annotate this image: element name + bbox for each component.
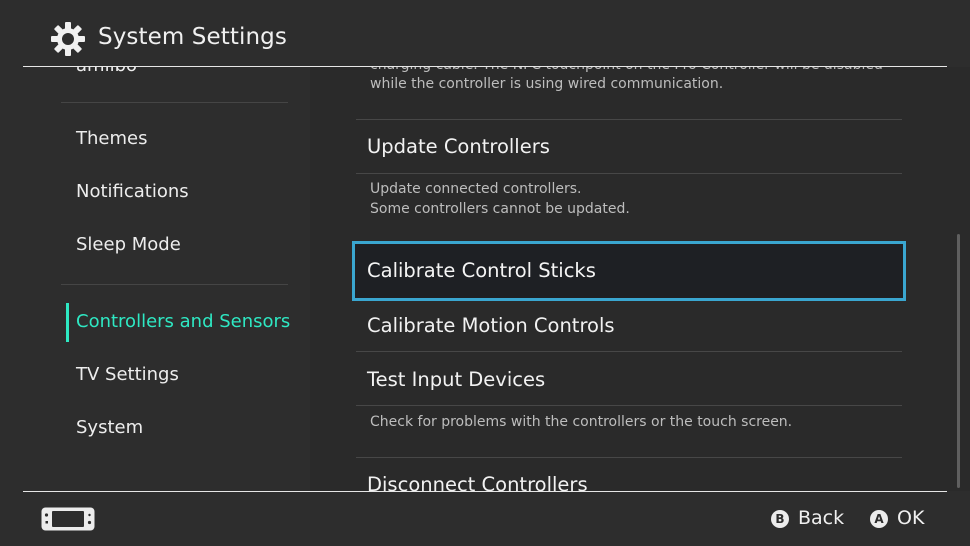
footer-divider — [23, 491, 947, 492]
sidebar-item-amiibo[interactable]: amiibo — [76, 67, 137, 76]
sidebar-divider — [61, 284, 288, 285]
sidebar-item-tv-settings[interactable]: TV Settings — [76, 364, 179, 385]
b-button-icon: B — [771, 510, 789, 528]
update-controllers-desc-line2: Some controllers cannot be updated. — [370, 201, 630, 217]
a-button-icon: A — [870, 510, 888, 528]
calibrate-control-sticks-label: Calibrate Control Sticks — [367, 259, 596, 282]
ok-button[interactable]: OK — [897, 507, 924, 529]
row-divider — [356, 173, 902, 174]
sidebar-item-notifications[interactable]: Notifications — [76, 181, 189, 202]
sidebar-item-controllers-and-sensors[interactable]: Controllers and Sensors — [76, 311, 290, 332]
sidebar-item-themes[interactable]: Themes — [76, 128, 147, 149]
update-controllers-desc-line1: Update connected controllers. — [370, 181, 582, 197]
header: System Settings — [0, 0, 970, 67]
console-icon — [41, 507, 95, 531]
row-divider — [356, 405, 902, 406]
active-indicator — [66, 303, 69, 342]
sidebar-divider — [61, 102, 288, 103]
page-title: System Settings — [98, 24, 287, 50]
row-divider — [356, 119, 902, 120]
content-area: amiibo Themes Notifications Sleep Mode C… — [0, 67, 970, 491]
row-divider — [356, 351, 902, 352]
back-button[interactable]: Back — [798, 507, 844, 529]
gear-icon — [51, 22, 85, 56]
header-divider — [23, 66, 947, 67]
pro-controller-desc-line2: while the controller is using wired comm… — [370, 76, 724, 92]
scrollbar[interactable] — [957, 234, 960, 488]
sidebar: amiibo Themes Notifications Sleep Mode C… — [0, 67, 310, 491]
sidebar-item-system[interactable]: System — [76, 417, 143, 438]
row-divider — [356, 457, 902, 458]
calibrate-control-sticks-item[interactable]: Calibrate Control Sticks — [352, 241, 906, 301]
footer: B Back A OK — [0, 491, 970, 546]
disconnect-controllers-item[interactable]: Disconnect Controllers — [367, 473, 588, 491]
update-controllers-item[interactable]: Update Controllers — [367, 135, 550, 158]
calibrate-motion-controls-item[interactable]: Calibrate Motion Controls — [367, 314, 615, 337]
test-input-devices-item[interactable]: Test Input Devices — [367, 368, 545, 391]
sidebar-item-sleep-mode[interactable]: Sleep Mode — [76, 234, 181, 255]
test-input-devices-desc: Check for problems with the controllers … — [370, 414, 793, 430]
